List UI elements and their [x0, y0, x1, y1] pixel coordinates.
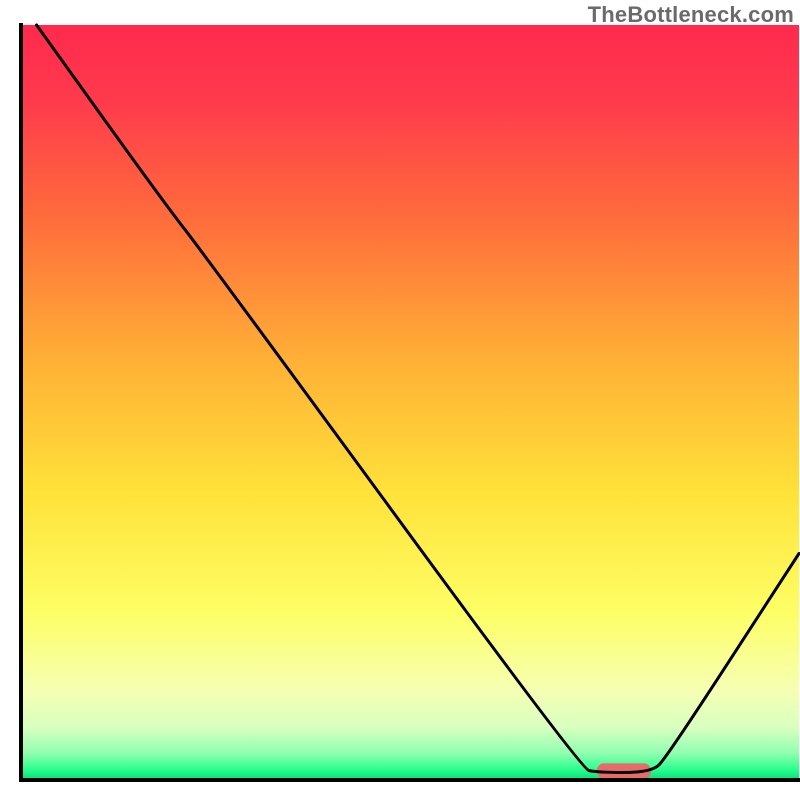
bottleneck-chart [0, 0, 800, 800]
chart-container: TheBottleneck.com [0, 0, 800, 800]
watermark-text: TheBottleneck.com [588, 2, 794, 28]
chart-background [21, 25, 799, 780]
